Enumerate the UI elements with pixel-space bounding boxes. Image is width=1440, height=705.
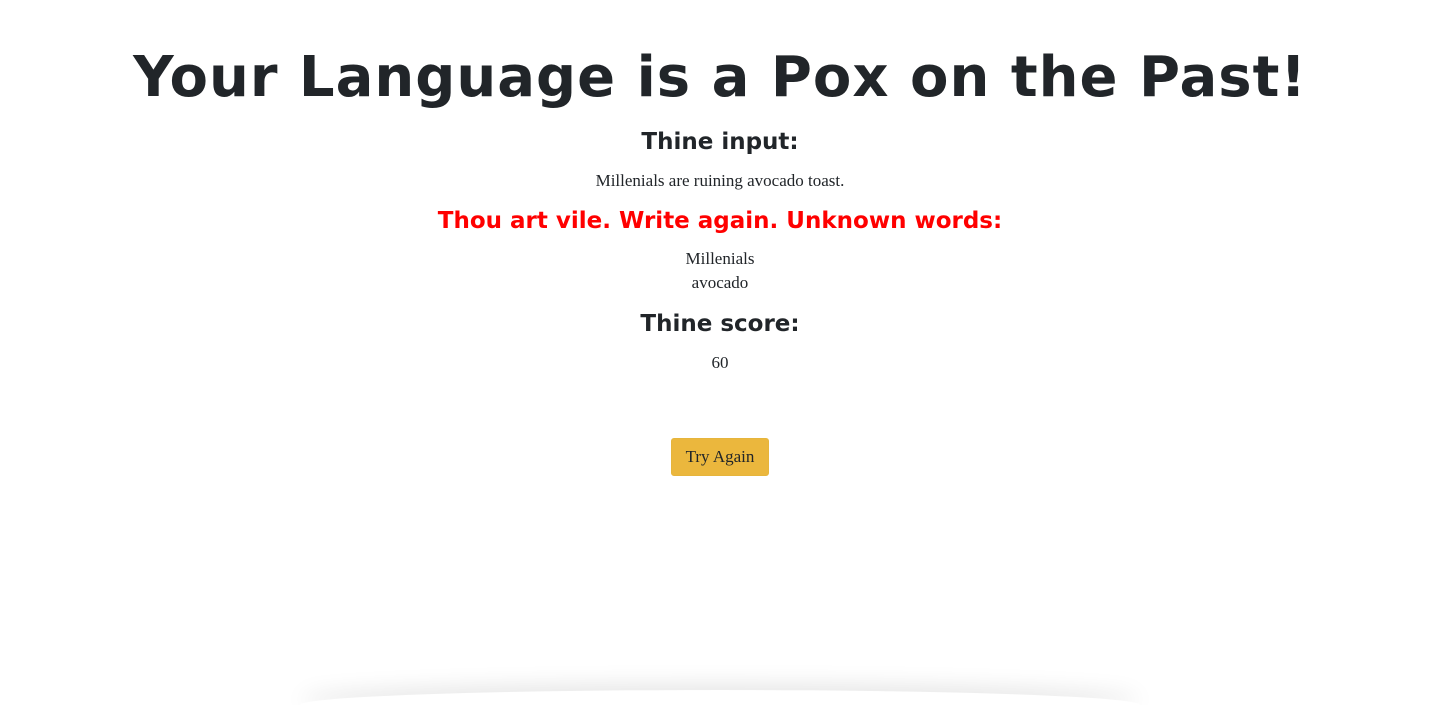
results-page: Your Language is a Pox on the Past! Thin…	[0, 0, 1440, 705]
score-value: 60	[711, 353, 729, 372]
input-heading: Thine input:	[641, 129, 799, 155]
error-heading: Thou art vile. Write again. Unknown word…	[437, 208, 1003, 234]
score-heading: Thine score:	[640, 311, 800, 337]
actions-container: Try Again	[0, 438, 1440, 476]
footer-shadow	[300, 690, 1140, 705]
page-title: Your Language is a Pox on the Past!	[133, 45, 1307, 110]
try-again-button[interactable]: Try Again	[671, 438, 769, 476]
unknown-word-item: avocado	[691, 273, 749, 292]
input-text: Millenials are ruining avocado toast.	[595, 171, 845, 190]
unknown-word-item: Millenials	[685, 249, 755, 268]
unknown-words-list: Millenials avocado	[0, 247, 1440, 295]
